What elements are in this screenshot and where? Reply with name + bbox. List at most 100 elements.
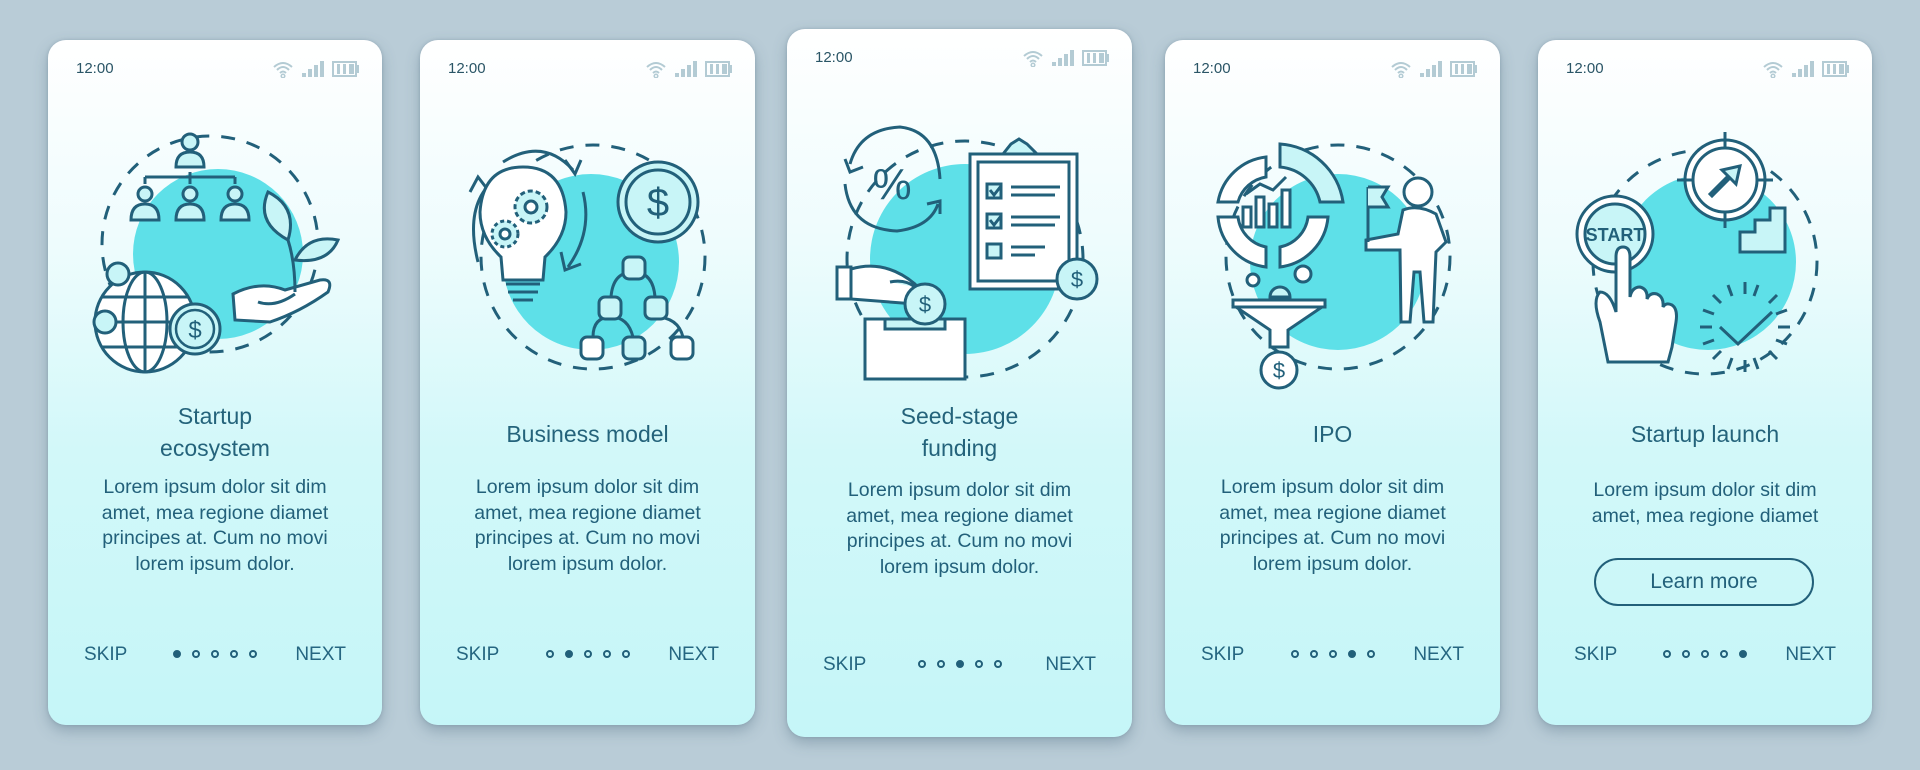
onboarding-screen-seed-stage-funding: 12:00 % $ $ Seed-stage funding Lorem ips… <box>787 29 1132 737</box>
description-line: Lorem ipsum dolor sit dim <box>103 476 327 498</box>
page-dot[interactable] <box>621 650 630 658</box>
onboarding-screen-business-model: 12:00 $ Business model Lorem ipsum dolor… <box>420 40 755 725</box>
status-bar: 12:00 <box>1566 60 1850 80</box>
skip-button[interactable]: SKIP <box>1201 644 1244 666</box>
page-indicator <box>1290 650 1375 658</box>
startup-launch-illustration: START <box>1575 132 1819 376</box>
screen-description: Lorem ipsum dolor sit dim amet, mea regi… <box>1165 475 1500 577</box>
description-line: principes at. Cum no movi <box>846 530 1073 552</box>
svg-text:$: $ <box>188 317 201 344</box>
page-dot-active[interactable] <box>173 650 181 658</box>
onboarding-screen-startup-ecosystem: 12:00 $ Startup ecosystem Lorem ipsum do… <box>48 40 382 725</box>
wifi-icon <box>1763 62 1783 78</box>
title-line: Seed-stage <box>900 403 1019 429</box>
page-dot[interactable] <box>602 650 611 658</box>
page-indicator <box>1663 650 1747 658</box>
page-dot[interactable] <box>1366 650 1375 658</box>
seed-stage-funding-illustration: % $ $ <box>835 125 1098 381</box>
signal-icon <box>302 61 324 77</box>
page-dot-active[interactable] <box>1347 650 1356 658</box>
description-line: amet, mea regione diamet <box>101 501 329 524</box>
page-dot-active[interactable] <box>1739 650 1747 658</box>
page-dot[interactable] <box>545 650 554 658</box>
battery-icon <box>1450 61 1478 77</box>
status-time: 12:00 <box>815 49 853 66</box>
description-line: Lorem ipsum dolor sit dim <box>1220 476 1445 498</box>
page-dot[interactable] <box>936 660 945 668</box>
description-line: lorem ipsum dolor. <box>1252 552 1413 575</box>
org-chart-icon <box>129 132 251 222</box>
next-button[interactable]: NEXT <box>295 644 346 666</box>
onboarding-screen-startup-launch: 12:00 START Startup launch Lorem ipsum d… <box>1538 40 1872 725</box>
page-dot[interactable] <box>1682 650 1690 658</box>
page-indicator <box>173 650 257 658</box>
description-line: principes at. Cum no movi <box>1219 527 1446 549</box>
description-line: principes at. Cum no movi <box>474 527 701 549</box>
description-line: lorem ipsum dolor. <box>879 555 1040 578</box>
page-dot[interactable] <box>583 650 592 658</box>
screen-title: IPO <box>1165 418 1500 450</box>
status-bar: 12:00 <box>76 60 360 80</box>
dollar-coin-icon: $ <box>168 302 222 356</box>
page-dot[interactable] <box>1720 650 1728 658</box>
page-dot[interactable] <box>249 650 257 658</box>
next-button[interactable]: NEXT <box>1413 644 1464 666</box>
screen-description: Lorem ipsum dolor sit dim amet, mea regi… <box>420 475 755 577</box>
svg-text:$: $ <box>1272 358 1284 383</box>
page-dot[interactable] <box>917 660 926 668</box>
title-line: ecosystem <box>160 435 270 461</box>
description-line: amet, mea regione diamet <box>1591 504 1819 527</box>
screen-title: Startup launch <box>1538 418 1872 450</box>
next-button[interactable]: NEXT <box>1785 644 1836 666</box>
skip-button[interactable]: SKIP <box>823 654 866 676</box>
svg-text:$: $ <box>918 292 930 317</box>
title-line: Business model <box>506 421 669 447</box>
page-dot[interactable] <box>1663 650 1671 658</box>
title-line: IPO <box>1312 421 1353 447</box>
page-dot[interactable] <box>1328 650 1337 658</box>
signal-icon <box>1420 61 1442 77</box>
description-line: Lorem ipsum dolor sit dim <box>1593 479 1817 501</box>
status-bar: 12:00 <box>448 60 733 80</box>
learn-more-button[interactable]: Learn more <box>1594 558 1814 606</box>
wifi-icon <box>1023 51 1043 67</box>
page-dot-active[interactable] <box>564 650 573 658</box>
next-button[interactable]: NEXT <box>1045 654 1096 676</box>
wifi-icon <box>646 62 666 78</box>
page-dot[interactable] <box>211 650 219 658</box>
screen-title: Seed-stage funding <box>787 400 1132 464</box>
skip-button[interactable]: SKIP <box>84 644 127 666</box>
status-bar: 12:00 <box>1193 60 1478 80</box>
page-dot[interactable] <box>1290 650 1299 658</box>
dollar-coin-icon: $ <box>1055 257 1098 301</box>
status-time: 12:00 <box>1193 60 1231 77</box>
signal-icon <box>675 61 697 77</box>
onboarding-screen-ipo: 12:00 $ IPO Lorem ipsum dolor sit dim am… <box>1165 40 1500 725</box>
skip-button[interactable]: SKIP <box>456 644 499 666</box>
screen-description: Lorem ipsum dolor sit dim amet, mea regi… <box>787 478 1132 580</box>
business-model-illustration: $ <box>468 143 706 371</box>
page-dot[interactable] <box>1701 650 1709 658</box>
page-dot[interactable] <box>993 660 1002 668</box>
page-dot[interactable] <box>230 650 238 658</box>
page-dot[interactable] <box>192 650 200 658</box>
onboarding-nav: SKIP NEXT <box>84 644 346 668</box>
screen-title: Startup ecosystem <box>48 400 382 464</box>
description-line: amet, mea regione diamet <box>846 504 1073 527</box>
svg-text:$: $ <box>1070 267 1082 292</box>
wifi-icon <box>1391 62 1411 78</box>
status-time: 12:00 <box>1566 60 1604 77</box>
title-line: funding <box>921 435 998 461</box>
skip-button[interactable]: SKIP <box>1574 644 1617 666</box>
page-dot[interactable] <box>974 660 983 668</box>
ipo-illustration: $ <box>1215 142 1451 390</box>
svg-text:$: $ <box>646 181 668 225</box>
page-dot[interactable] <box>1309 650 1318 658</box>
dollar-coin-icon: $ <box>616 160 699 244</box>
screen-title: Business model <box>420 418 755 450</box>
svg-text:%: % <box>872 160 911 209</box>
status-time: 12:00 <box>76 60 114 77</box>
description-line: lorem ipsum dolor. <box>507 552 668 575</box>
page-dot-active[interactable] <box>955 660 964 668</box>
next-button[interactable]: NEXT <box>668 644 719 666</box>
